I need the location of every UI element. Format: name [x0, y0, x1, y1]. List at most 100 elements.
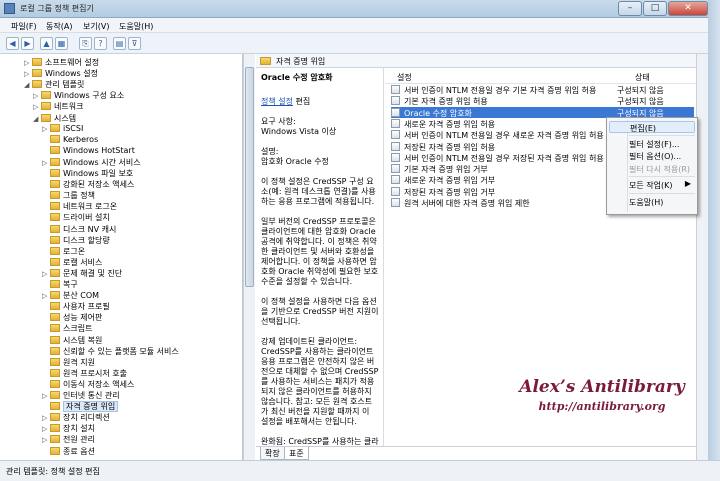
tree-item[interactable]: 자격 증명 위임: [42, 401, 119, 413]
tree-item[interactable]: 그룹 정책: [42, 190, 95, 201]
expand-toggle-icon[interactable]: ▷: [24, 59, 32, 67]
tree-item[interactable]: ▷ 장치 설치: [42, 423, 95, 434]
tree-item-label: 문제 해결 및 진단: [63, 268, 123, 278]
filter-icon[interactable]: ⊽: [128, 37, 141, 50]
tree-item[interactable]: 로그온: [42, 246, 85, 257]
maximize-button[interactable]: □: [643, 1, 667, 16]
folder-icon: [50, 157, 60, 166]
column-header-state[interactable]: 상태: [635, 72, 650, 83]
menu-view[interactable]: 보기(V): [83, 21, 109, 32]
tree-item[interactable]: ▷ 문제 해결 및 진단: [42, 268, 122, 279]
tab-standard[interactable]: 표준: [284, 447, 309, 460]
forward-icon[interactable]: ▶: [21, 37, 34, 50]
tree-item[interactable]: ▷ Windows 설정: [24, 68, 98, 79]
tree-item-label: 강화된 저장소 액세스: [63, 180, 135, 190]
policy-setting-icon: [391, 186, 400, 196]
tree-item[interactable]: 종료 옵션: [42, 446, 95, 457]
folder-icon: [50, 324, 60, 333]
policy-row[interactable]: 서버 인증이 NTLM 전용일 경우 기본 자격 증명 위임 허용 구성되지 않음: [391, 84, 694, 95]
context-menu-item[interactable]: 편집(E): [609, 121, 695, 133]
policy-title: Oracle 수정 암호화: [261, 73, 333, 82]
context-menu-item[interactable]: 도움말(H): [609, 196, 695, 208]
tree-item[interactable]: 네트워크 로그온: [42, 201, 117, 212]
tree-item-label: 네트워크: [54, 102, 84, 112]
group-policy-app-icon: [4, 3, 15, 14]
column-header-setting[interactable]: 설정: [397, 72, 412, 83]
tree-item[interactable]: ▷ 인터넷 통신 관리: [42, 390, 120, 401]
expand-toggle-icon[interactable]: ▷: [42, 425, 50, 433]
expand-toggle-icon[interactable]: ◢: [24, 81, 32, 89]
list-header: 설정 상태: [385, 68, 696, 84]
tree-item[interactable]: ▷ 장치 리디렉션: [42, 412, 110, 423]
edit-policy-link[interactable]: 정책 설정: [261, 97, 293, 106]
menu-help[interactable]: 도움말(H): [119, 21, 153, 32]
tree-item[interactable]: 신뢰할 수 있는 플랫폼 모듈 서비스: [42, 346, 179, 357]
expand-toggle-icon[interactable]: ▷: [42, 159, 50, 167]
tree-item[interactable]: 디스크 NV 캐시: [42, 224, 116, 235]
context-menu-separator: [629, 176, 695, 177]
folder-icon: [50, 379, 60, 388]
tree-item[interactable]: 로캘 서비스: [42, 257, 102, 268]
minimize-button[interactable]: –: [618, 1, 642, 16]
menu-action[interactable]: 동작(A): [46, 21, 72, 32]
close-button[interactable]: ✕: [668, 1, 708, 16]
tab-extended[interactable]: 확장: [260, 447, 285, 460]
tree-item[interactable]: ▷ 소프트웨어 설정: [24, 57, 99, 68]
tree-item[interactable]: 이동식 저장소 액세스: [42, 379, 134, 390]
expand-toggle-icon[interactable]: ◢: [33, 115, 41, 123]
expand-toggle-icon[interactable]: ▷: [42, 436, 50, 444]
tree-item-label: 장치 설치: [63, 424, 95, 434]
menu-bar: 파일(F) 동작(A) 보기(V) 도움말(H): [0, 18, 720, 33]
tree-item[interactable]: 스크립트: [42, 323, 92, 334]
tree-item[interactable]: 드라이버 설치: [42, 212, 110, 223]
tree-item[interactable]: 성능 제어판: [42, 312, 102, 323]
menu-file[interactable]: 파일(F): [11, 21, 37, 32]
tree-item[interactable]: Windows 파일 보호: [42, 168, 133, 179]
expand-toggle-icon[interactable]: ▷: [42, 414, 50, 422]
context-menu-item[interactable]: 모든 작업(K) ▶: [609, 179, 695, 191]
tree-item[interactable]: 원격 지원: [42, 357, 95, 368]
help-icon[interactable]: ?: [94, 37, 107, 50]
properties-icon[interactable]: ▤: [113, 37, 126, 50]
policy-row[interactable]: 기본 자격 증명 위임 허용 구성되지 않음: [391, 95, 694, 106]
tree-item[interactable]: ▷ iSCSI: [42, 123, 83, 135]
folder-icon: [50, 446, 60, 455]
up-folder-icon[interactable]: ▲: [40, 37, 53, 50]
export-list-icon[interactable]: ⎘: [79, 37, 92, 50]
tree-item[interactable]: Windows HotStart: [42, 145, 135, 157]
tree-item-label: 신뢰할 수 있는 플랫폼 모듈 서비스: [63, 346, 179, 356]
right-scrollbar[interactable]: [696, 54, 708, 460]
tree-item-label: 소프트웨어 설정: [45, 58, 100, 67]
tree-item[interactable]: ▷ 전원 관리: [42, 434, 95, 445]
tree-item[interactable]: ▷ 네트워크: [33, 101, 83, 112]
expand-toggle-icon[interactable]: ▷: [42, 292, 50, 300]
back-icon[interactable]: ◀: [6, 37, 19, 50]
context-menu-item[interactable]: 필터 옵션(O)...: [609, 150, 695, 162]
expand-toggle-icon[interactable]: ▷: [42, 270, 50, 278]
view-tabs: 확장 표준: [256, 446, 696, 460]
policy-row[interactable]: Oracle 수정 암호화 구성되지 않음: [391, 106, 694, 118]
show-hide-tree-icon[interactable]: ▦: [55, 37, 68, 50]
expand-toggle-icon[interactable]: ▷: [24, 70, 32, 78]
expand-toggle-icon[interactable]: ▷: [42, 392, 50, 400]
tree-item[interactable]: 복구: [42, 279, 78, 290]
tree-item[interactable]: ▷ Windows 구성 요소: [33, 90, 124, 101]
tree-item[interactable]: 사용자 프로필: [42, 301, 110, 312]
tree-item[interactable]: 강화된 저장소 액세스: [42, 179, 134, 190]
tree-scrollbar[interactable]: [243, 54, 255, 460]
tree-item[interactable]: 시스템 복원: [42, 335, 102, 346]
tree-item[interactable]: ▷ 분산 COM: [42, 290, 99, 301]
tree-item[interactable]: ◢ 관리 템플릿: [24, 79, 84, 90]
context-menu-item[interactable]: 필터 설정(F)...: [609, 138, 695, 150]
tree-item[interactable]: ◢ 시스템: [33, 113, 76, 124]
folder-icon: [41, 91, 51, 100]
tree-scrollbar-thumb[interactable]: [245, 67, 254, 287]
tree-item[interactable]: ▷ Windows 시간 서비스: [42, 157, 141, 168]
tree-item-label: 분산 COM: [63, 291, 100, 301]
expand-toggle-icon[interactable]: ▷: [42, 125, 50, 133]
expand-toggle-icon[interactable]: ▷: [33, 92, 41, 100]
expand-toggle-icon[interactable]: ▷: [33, 103, 41, 111]
tree-item[interactable]: Kerberos: [42, 134, 98, 146]
tree-item[interactable]: 원격 프로시저 호출: [42, 368, 127, 379]
tree-item[interactable]: 디스크 할당량: [42, 235, 110, 246]
